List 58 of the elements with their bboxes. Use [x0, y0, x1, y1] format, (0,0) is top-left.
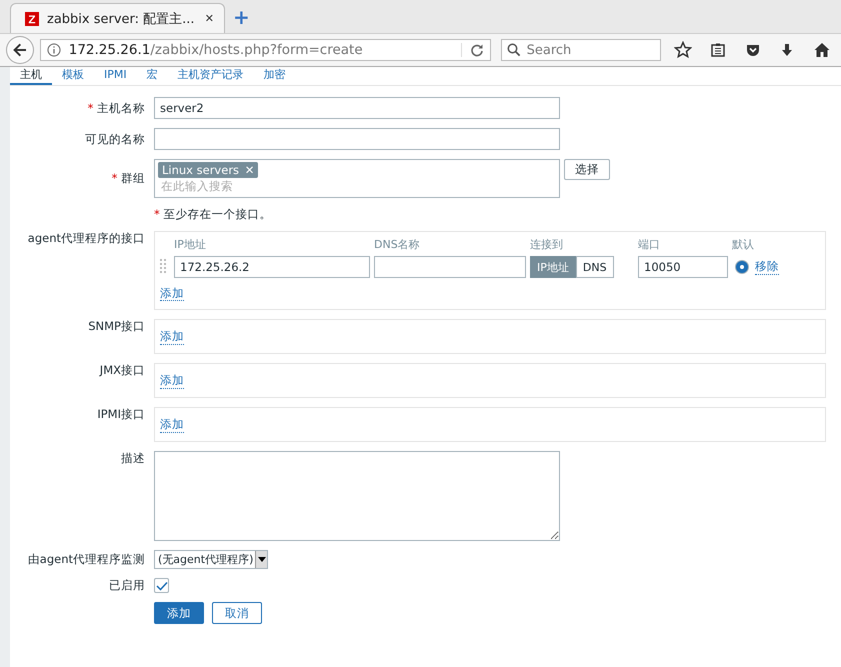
interface-requirement-note: * 至少存在一个接口。: [154, 207, 272, 222]
tab-title: zabbix server: 配置主...: [47, 10, 196, 28]
port-field[interactable]: 10050: [638, 256, 728, 278]
connect-option[interactable]: IP地址: [530, 256, 576, 278]
field-label: * 群组: [110, 171, 145, 186]
tab[interactable]: 加密: [254, 67, 296, 85]
host-name-field[interactable]: server2: [154, 97, 560, 119]
field-label: 已启用: [108, 578, 145, 593]
enabled-checkbox[interactable]: [154, 578, 169, 593]
description-field[interactable]: [154, 451, 560, 541]
add-link[interactable]: 添加: [160, 328, 184, 344]
search-icon: [506, 43, 521, 57]
column-header: IP地址: [174, 237, 207, 252]
group-tag: Linux servers ✕: [158, 162, 258, 178]
search-field[interactable]: Search: [500, 39, 662, 61]
connect-option[interactable]: DNS: [576, 256, 614, 278]
column-header: 连接到: [530, 237, 564, 252]
tab[interactable]: IPMI: [94, 67, 137, 85]
column-header: 默认: [732, 237, 755, 252]
proxy-dropdown[interactable]: (无agent代理程序): [154, 550, 268, 569]
field-label: agent代理程序的接口: [26, 231, 145, 246]
column-header: DNS名称: [374, 237, 421, 252]
group-multiselect-field[interactable]: Linux servers ✕ 在此输入搜索: [154, 159, 560, 198]
ip-address-field[interactable]: 172.25.26.2: [174, 256, 370, 278]
tab[interactable]: 宏: [136, 67, 168, 85]
zabbix-logo-icon: [25, 12, 39, 26]
field-label: 描述: [120, 451, 145, 466]
select-button[interactable]: 选择: [564, 159, 610, 180]
form-button[interactable]: 取消: [212, 602, 262, 624]
dns-name-field[interactable]: [374, 256, 526, 278]
tab[interactable]: 主机: [10, 67, 52, 85]
caret-icon: [255, 551, 267, 568]
tab[interactable]: 模板: [52, 67, 94, 85]
back-button[interactable]: [6, 36, 34, 64]
back-arrow-icon: [12, 42, 28, 58]
field-label: * 主机名称: [86, 100, 145, 116]
add-link[interactable]: 添加: [160, 286, 184, 301]
close-tab-button[interactable]: ✕: [204, 12, 214, 25]
field-label: 由agent代理程序监测: [26, 552, 145, 567]
default-radio[interactable]: [736, 261, 748, 273]
add-link[interactable]: 添加: [160, 416, 184, 432]
url-text: 172.25.26.1/zabbix/hosts.php?form=create: [68, 42, 364, 58]
field-label: 可见的名称: [84, 132, 145, 146]
field-label: SNMP接口: [87, 319, 145, 334]
reload-icon[interactable]: [460, 43, 484, 57]
new-tab-button[interactable]: +: [233, 6, 250, 26]
field-label: JMX接口: [98, 363, 145, 378]
column-header: 端口: [638, 237, 661, 252]
remove-link[interactable]: 移除: [755, 259, 779, 275]
add-link[interactable]: 添加: [160, 372, 184, 388]
field-label: IPMI接口: [96, 407, 145, 422]
browser-tab[interactable]: zabbix server: 配置主... ✕: [10, 3, 225, 33]
info-icon: [46, 43, 61, 57]
visible-name-field[interactable]: [154, 128, 560, 150]
address-bar[interactable]: 172.25.26.1/zabbix/hosts.php?form=create: [40, 39, 491, 61]
remove-tag-button[interactable]: ✕: [244, 163, 254, 177]
form-button[interactable]: 添加: [154, 602, 204, 624]
tab[interactable]: 主机资产记录: [168, 67, 254, 85]
